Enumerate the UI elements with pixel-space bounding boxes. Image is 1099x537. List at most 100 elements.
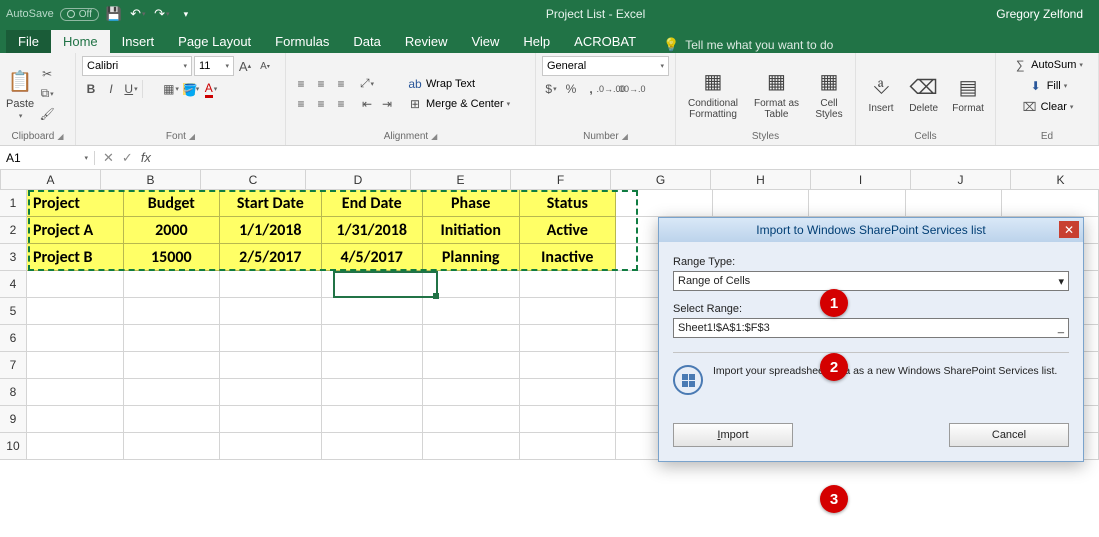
tab-review[interactable]: Review <box>393 30 460 53</box>
cell-D7[interactable] <box>322 352 423 379</box>
redo-icon[interactable]: ↷▾ <box>153 5 171 23</box>
cut-icon[interactable]: ✂ <box>38 65 56 83</box>
tab-help[interactable]: Help <box>511 30 562 53</box>
cell-C1[interactable]: Start Date <box>220 190 321 217</box>
tab-page-layout[interactable]: Page Layout <box>166 30 263 53</box>
cell-I1[interactable] <box>809 190 906 217</box>
cell-D10[interactable] <box>322 433 423 460</box>
cell-C6[interactable] <box>220 325 321 352</box>
row-header-5[interactable]: 5 <box>0 298 27 325</box>
cell-D8[interactable] <box>322 379 423 406</box>
cell-E9[interactable] <box>423 406 520 433</box>
insert-cells-button[interactable]: ⎀Insert <box>867 73 895 114</box>
conditional-formatting-button[interactable]: ▦Conditional Formatting <box>688 68 738 120</box>
cell-B9[interactable] <box>124 406 221 433</box>
range-type-select[interactable]: Range of Cells▾ <box>673 271 1069 291</box>
cell-A1[interactable]: Project <box>27 190 124 217</box>
cell-C3[interactable]: 2/5/2017 <box>220 244 321 271</box>
column-header-F[interactable]: F <box>511 170 611 189</box>
cell-J1[interactable] <box>906 190 1003 217</box>
cell-D1[interactable]: End Date <box>322 190 423 217</box>
cell-B1[interactable]: Budget <box>124 190 221 217</box>
tab-formulas[interactable]: Formulas <box>263 30 341 53</box>
row-header-8[interactable]: 8 <box>0 379 27 406</box>
name-box[interactable]: A1▾ <box>0 151 95 165</box>
save-icon[interactable]: 💾 <box>105 5 123 23</box>
cell-B2[interactable]: 2000 <box>124 217 221 244</box>
increase-indent-icon[interactable]: ⇥ <box>378 95 396 113</box>
column-header-G[interactable]: G <box>611 170 711 189</box>
cell-A8[interactable] <box>27 379 124 406</box>
bold-button[interactable]: B <box>82 80 100 98</box>
tab-home[interactable]: Home <box>51 30 110 53</box>
collapse-dialog-icon[interactable]: _ <box>1058 322 1064 334</box>
cell-K1[interactable] <box>1002 190 1099 217</box>
cell-B5[interactable] <box>124 298 221 325</box>
cell-D4[interactable] <box>322 271 423 298</box>
italic-button[interactable]: I <box>102 80 120 98</box>
undo-icon[interactable]: ↶▾ <box>129 5 147 23</box>
align-center-icon[interactable]: ≡ <box>312 95 330 113</box>
cell-E2[interactable]: Initiation <box>423 217 520 244</box>
cell-A10[interactable] <box>27 433 124 460</box>
align-bottom-icon[interactable]: ≡ <box>332 75 350 93</box>
row-header-9[interactable]: 9 <box>0 406 27 433</box>
fill-color-button[interactable]: 🪣▾ <box>182 80 200 98</box>
cell-C4[interactable] <box>220 271 321 298</box>
column-header-B[interactable]: B <box>101 170 201 189</box>
format-cells-button[interactable]: ▤Format <box>952 73 984 114</box>
cell-B3[interactable]: 15000 <box>124 244 221 271</box>
align-middle-icon[interactable]: ≡ <box>312 75 330 93</box>
delete-cells-button[interactable]: ⌫Delete <box>909 73 938 114</box>
cell-B10[interactable] <box>124 433 221 460</box>
cell-E5[interactable] <box>423 298 520 325</box>
wrap-text-button[interactable]: abWrap Text <box>406 75 510 93</box>
cell-E8[interactable] <box>423 379 520 406</box>
cell-D6[interactable] <box>322 325 423 352</box>
align-top-icon[interactable]: ≡ <box>292 75 310 93</box>
qat-customize-icon[interactable]: ▾ <box>177 5 195 23</box>
cell-E4[interactable] <box>423 271 520 298</box>
align-left-icon[interactable]: ≡ <box>292 95 310 113</box>
tab-view[interactable]: View <box>459 30 511 53</box>
tab-data[interactable]: Data <box>341 30 392 53</box>
align-right-icon[interactable]: ≡ <box>332 95 350 113</box>
column-header-J[interactable]: J <box>911 170 1011 189</box>
cell-A3[interactable]: Project B <box>27 244 124 271</box>
cell-D9[interactable] <box>322 406 423 433</box>
merge-center-button[interactable]: ⊞Merge & Center▾ <box>406 95 510 113</box>
enter-formula-icon[interactable]: ✓ <box>122 150 133 166</box>
font-color-button[interactable]: A▾ <box>202 80 220 98</box>
row-header-6[interactable]: 6 <box>0 325 27 352</box>
fill-button[interactable]: ⬇Fill▾ <box>1027 77 1068 95</box>
column-header-E[interactable]: E <box>411 170 511 189</box>
cell-A6[interactable] <box>27 325 124 352</box>
cell-C10[interactable] <box>220 433 321 460</box>
decrease-font-icon[interactable]: A▾ <box>256 57 274 75</box>
clear-button[interactable]: ⌧Clear▾ <box>1021 98 1074 116</box>
row-header-3[interactable]: 3 <box>0 244 27 271</box>
cell-F5[interactable] <box>520 298 617 325</box>
column-header-K[interactable]: K <box>1011 170 1099 189</box>
cell-D2[interactable]: 1/31/2018 <box>322 217 423 244</box>
decrease-decimal-icon[interactable]: .00→.0 <box>622 80 640 98</box>
select-range-input[interactable]: Sheet1!$A$1:$F$3_ <box>673 318 1069 338</box>
cell-G1[interactable] <box>616 190 713 217</box>
dialog-title-bar[interactable]: Import to Windows SharePoint Services li… <box>659 218 1083 242</box>
cell-F8[interactable] <box>520 379 617 406</box>
cell-B6[interactable] <box>124 325 221 352</box>
number-format-select[interactable]: General▾ <box>542 56 669 76</box>
cell-F2[interactable]: Active <box>520 217 617 244</box>
import-button[interactable]: Import <box>673 423 793 447</box>
paste-button[interactable]: 📋 Paste ▾ <box>6 68 34 120</box>
row-header-7[interactable]: 7 <box>0 352 27 379</box>
cell-E7[interactable] <box>423 352 520 379</box>
cell-B4[interactable] <box>124 271 221 298</box>
cell-D3[interactable]: 4/5/2017 <box>322 244 423 271</box>
row-header-1[interactable]: 1 <box>0 190 27 217</box>
font-size-select[interactable]: 11▾ <box>194 56 234 76</box>
borders-button[interactable]: ▦▾ <box>162 80 180 98</box>
column-header-C[interactable]: C <box>201 170 306 189</box>
tab-insert[interactable]: Insert <box>110 30 167 53</box>
user-name[interactable]: Gregory Zelfond <box>996 7 1093 21</box>
